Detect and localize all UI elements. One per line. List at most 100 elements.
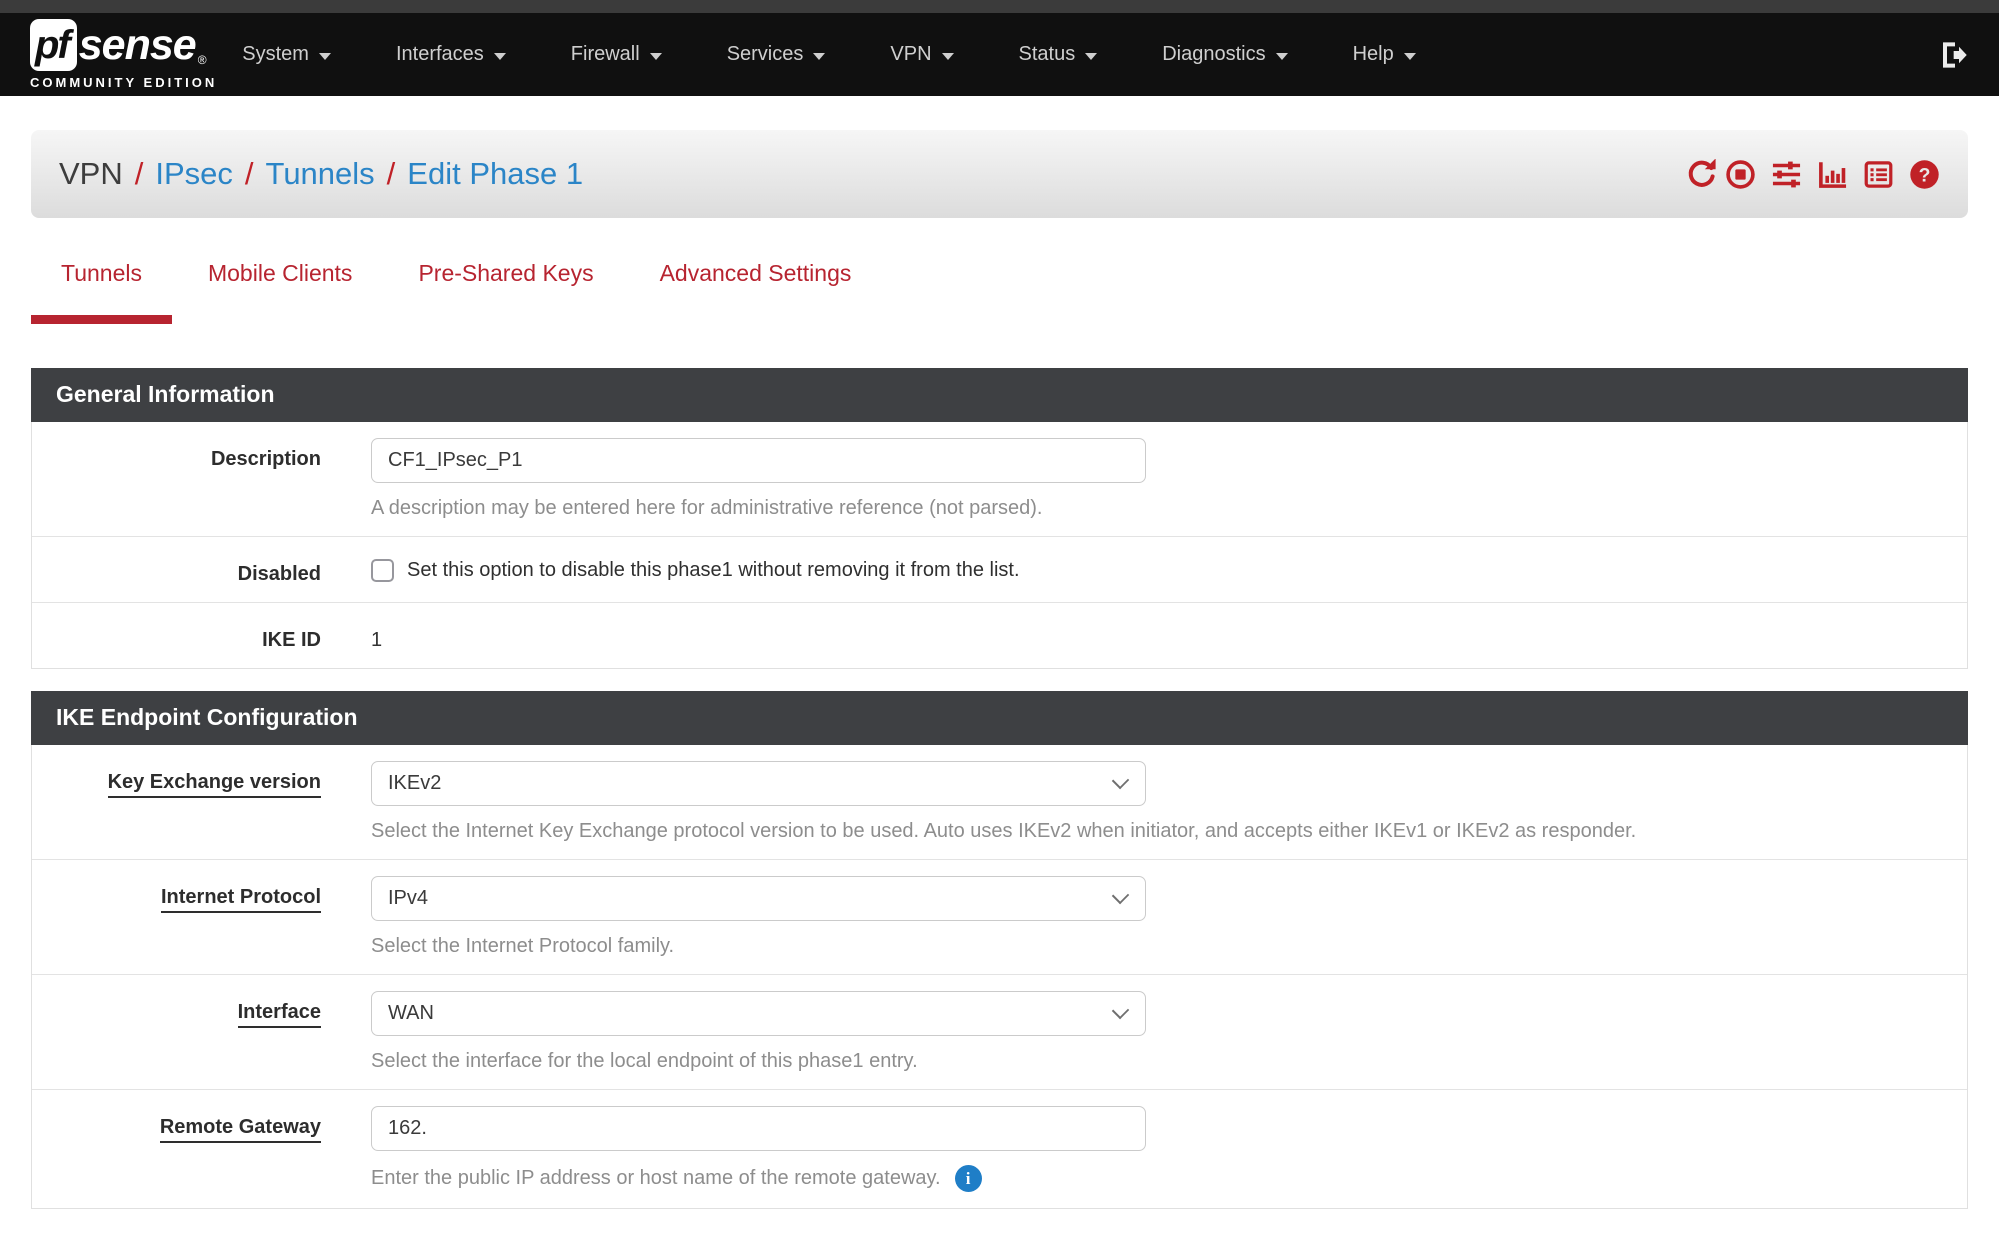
question-circle-icon: ? xyxy=(1909,159,1940,190)
interface-row: Interface WAN Select the interface for t… xyxy=(32,975,1967,1090)
key-exchange-label: Key Exchange version xyxy=(108,771,321,798)
interface-help: Select the interface for the local endpo… xyxy=(371,1050,1967,1073)
nav-item-help[interactable]: Help xyxy=(1353,43,1416,66)
pfsense-logo-sense: sense xyxy=(79,19,196,71)
internet-protocol-help: Select the Internet Protocol family. xyxy=(371,935,1967,958)
pfsense-logo-row: pf sense ® xyxy=(30,19,217,71)
ipsec-tab-bar: Tunnels Mobile Clients Pre-Shared Keys A… xyxy=(31,254,1968,324)
svg-text:?: ? xyxy=(1919,164,1931,186)
general-information-header: General Information xyxy=(31,368,1968,422)
internet-protocol-select-value: IPv4 xyxy=(388,887,428,910)
ike-endpoint-panel: IKE Endpoint Configuration Key Exchange … xyxy=(31,691,1968,1209)
ike-id-value: 1 xyxy=(371,619,1967,652)
breadcrumb-separator: / xyxy=(233,156,266,192)
description-row: Description A description may be entered… xyxy=(32,422,1967,537)
window-top-strip xyxy=(0,0,1999,13)
description-label: Description xyxy=(211,448,321,470)
key-exchange-select[interactable]: IKEv2 xyxy=(371,761,1146,806)
chevron-down-icon xyxy=(1112,772,1129,789)
nav-item-vpn[interactable]: VPN xyxy=(890,43,953,66)
disabled-checkbox[interactable] xyxy=(371,559,394,582)
nav-item-status-label: Status xyxy=(1019,43,1076,66)
caret-down-icon xyxy=(319,53,331,60)
ike-id-label: IKE ID xyxy=(262,629,321,651)
log-button[interactable] xyxy=(1863,159,1894,190)
caret-down-icon xyxy=(650,53,662,60)
ike-id-row: IKE ID 1 xyxy=(32,603,1967,668)
breadcrumb-link-ipsec[interactable]: IPsec xyxy=(155,156,233,192)
disabled-row: Disabled Set this option to disable this… xyxy=(32,537,1967,603)
breadcrumb-separator: / xyxy=(123,156,156,192)
nav-item-services-label: Services xyxy=(727,43,804,66)
key-exchange-row: Key Exchange version IKEv2 Select the In… xyxy=(32,745,1967,860)
bar-chart-icon xyxy=(1817,159,1848,190)
breadcrumb-separator: / xyxy=(375,156,408,192)
remote-gateway-help: Enter the public IP address or host name… xyxy=(371,1167,941,1190)
key-exchange-help: Select the Internet Key Exchange protoco… xyxy=(371,820,1967,843)
interface-select-value: WAN xyxy=(388,1002,434,1025)
internet-protocol-select[interactable]: IPv4 xyxy=(371,876,1146,921)
help-button[interactable]: ? xyxy=(1909,159,1940,190)
caret-down-icon xyxy=(1085,53,1097,60)
registered-mark: ® xyxy=(198,53,207,67)
breadcrumb-link-edit-phase-1[interactable]: Edit Phase 1 xyxy=(407,156,583,192)
pfsense-logo[interactable]: pf sense ® COMMUNITY EDITION xyxy=(30,19,217,90)
remote-gateway-input[interactable] xyxy=(371,1106,1146,1151)
general-information-panel: General Information Description A descri… xyxy=(31,368,1968,669)
caret-down-icon xyxy=(813,53,825,60)
refresh-icon xyxy=(1686,159,1717,190)
ike-endpoint-header: IKE Endpoint Configuration xyxy=(31,691,1968,745)
remote-gateway-row: Remote Gateway Enter the public IP addre… xyxy=(32,1090,1967,1208)
settings-button[interactable] xyxy=(1771,159,1802,190)
interface-select[interactable]: WAN xyxy=(371,991,1146,1036)
nav-item-diagnostics-label: Diagnostics xyxy=(1162,43,1265,66)
disabled-label: Disabled xyxy=(238,563,321,585)
info-icon[interactable]: i xyxy=(955,1165,982,1192)
caret-down-icon xyxy=(1276,53,1288,60)
nav-item-status[interactable]: Status xyxy=(1019,43,1098,66)
nav-item-interfaces[interactable]: Interfaces xyxy=(396,43,506,66)
breadcrumb-bar: VPN / IPsec / Tunnels / Edit Phase 1 xyxy=(31,130,1968,218)
nav-item-system[interactable]: System xyxy=(242,43,331,66)
tab-pre-shared-keys[interactable]: Pre-Shared Keys xyxy=(388,254,623,324)
pfsense-logo-subtitle: COMMUNITY EDITION xyxy=(30,75,217,90)
nav-item-vpn-label: VPN xyxy=(890,43,931,66)
main-navbar: pf sense ® COMMUNITY EDITION System Inte… xyxy=(0,13,1999,96)
nav-item-system-label: System xyxy=(242,43,309,66)
chevron-down-icon xyxy=(1112,887,1129,904)
sign-out-button[interactable] xyxy=(1937,39,1969,71)
tab-mobile-clients[interactable]: Mobile Clients xyxy=(178,254,382,324)
pfsense-logo-pf: pf xyxy=(30,19,77,71)
nav-item-help-label: Help xyxy=(1353,43,1394,66)
caret-down-icon xyxy=(494,53,506,60)
interface-label: Interface xyxy=(238,1001,321,1028)
caret-down-icon xyxy=(942,53,954,60)
tab-tunnels[interactable]: Tunnels xyxy=(31,254,172,324)
nav-item-firewall[interactable]: Firewall xyxy=(571,43,662,66)
remote-gateway-label: Remote Gateway xyxy=(160,1116,321,1143)
key-exchange-select-value: IKEv2 xyxy=(388,772,441,795)
breadcrumb-link-tunnels[interactable]: Tunnels xyxy=(266,156,375,192)
ike-endpoint-body: Key Exchange version IKEv2 Select the In… xyxy=(31,745,1968,1209)
navbar-menu: System Interfaces Firewall Services VPN … xyxy=(242,43,1415,66)
internet-protocol-label: Internet Protocol xyxy=(161,886,321,913)
sign-out-icon xyxy=(1937,39,1969,71)
status-graph-button[interactable] xyxy=(1817,159,1848,190)
general-information-body: Description A description may be entered… xyxy=(31,422,1968,669)
nav-item-interfaces-label: Interfaces xyxy=(396,43,484,66)
caret-down-icon xyxy=(1404,53,1416,60)
nav-item-diagnostics[interactable]: Diagnostics xyxy=(1162,43,1287,66)
internet-protocol-row: Internet Protocol IPv4 Select the Intern… xyxy=(32,860,1967,975)
nav-item-services[interactable]: Services xyxy=(727,43,826,66)
tab-advanced-settings[interactable]: Advanced Settings xyxy=(630,254,882,324)
list-icon xyxy=(1863,159,1894,190)
chevron-down-icon xyxy=(1112,1002,1129,1019)
nav-item-firewall-label: Firewall xyxy=(571,43,640,66)
sliders-icon xyxy=(1771,159,1802,190)
page-action-icons: ? xyxy=(1686,159,1940,190)
description-input[interactable] xyxy=(371,438,1146,483)
breadcrumb-root: VPN xyxy=(59,156,123,192)
refresh-button[interactable] xyxy=(1686,159,1717,190)
description-help: A description may be entered here for ad… xyxy=(371,497,1967,520)
stop-button[interactable] xyxy=(1725,159,1756,190)
